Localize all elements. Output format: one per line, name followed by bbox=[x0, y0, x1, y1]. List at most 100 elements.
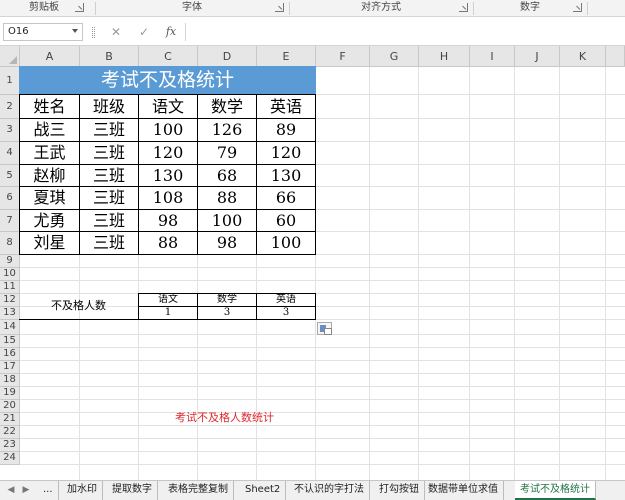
sheet-tab[interactable]: 表格完整复制 bbox=[163, 481, 234, 500]
row-header-9[interactable]: 9 bbox=[0, 255, 20, 268]
table-cell[interactable]: 三班 bbox=[79, 209, 139, 232]
table-cell[interactable]: 126 bbox=[197, 118, 257, 142]
fail-subject-cell[interactable]: 数学 bbox=[197, 293, 257, 307]
fail-count-cell[interactable]: 3 bbox=[256, 306, 316, 320]
row-header-3[interactable]: 3 bbox=[0, 119, 20, 142]
table-cell[interactable]: 79 bbox=[197, 141, 257, 165]
table-cell[interactable]: 100 bbox=[256, 231, 316, 255]
insert-function-icon[interactable]: fx bbox=[163, 24, 179, 40]
row-header-14[interactable]: 14 bbox=[0, 320, 20, 335]
table-cell[interactable]: 130 bbox=[138, 164, 198, 187]
table-cell[interactable]: 三班 bbox=[79, 118, 139, 142]
row-header-7[interactable]: 7 bbox=[0, 210, 20, 232]
column-header-i[interactable]: I bbox=[470, 46, 515, 67]
select-all-corner[interactable] bbox=[0, 46, 20, 67]
row-header-1[interactable]: 1 bbox=[0, 67, 20, 95]
table-cell[interactable]: 100 bbox=[197, 209, 257, 232]
fail-count-cell[interactable]: 1 bbox=[138, 306, 198, 320]
sheet-tab[interactable]: 不认识的字打法 bbox=[289, 481, 370, 500]
sheet-title[interactable]: 考试不及格统计 bbox=[19, 66, 316, 95]
column-header-partial[interactable] bbox=[606, 46, 625, 67]
sheet-tab[interactable]: 提取数字 bbox=[107, 481, 158, 500]
table-cell[interactable]: 三班 bbox=[79, 186, 139, 210]
row-header-22[interactable]: 22 bbox=[0, 426, 20, 439]
table-cell[interactable]: 98 bbox=[197, 231, 257, 255]
tab-scroll-prev-icon[interactable]: ◀ bbox=[5, 483, 17, 498]
column-header-d[interactable]: D bbox=[198, 46, 257, 67]
row-header-10[interactable]: 10 bbox=[0, 268, 20, 281]
table-header-cell[interactable]: 姓名 bbox=[19, 94, 80, 119]
table-cell[interactable]: 130 bbox=[256, 164, 316, 187]
table-cell[interactable]: 尤勇 bbox=[19, 209, 80, 232]
column-header-c[interactable]: C bbox=[139, 46, 198, 67]
enter-icon[interactable]: ✓ bbox=[136, 24, 152, 40]
column-header-h[interactable]: H bbox=[419, 46, 470, 67]
column-header-j[interactable]: J bbox=[515, 46, 560, 67]
sheet-tab[interactable]: 考试不及格统计 bbox=[515, 481, 596, 500]
table-cell[interactable]: 王武 bbox=[19, 141, 80, 165]
dialog-launcher-icon[interactable] bbox=[75, 3, 84, 12]
dialog-launcher-icon[interactable] bbox=[459, 3, 468, 12]
name-box[interactable]: O16 bbox=[3, 23, 83, 41]
sheet-tab[interactable]: Sheet2 bbox=[240, 481, 287, 500]
table-cell[interactable]: 108 bbox=[138, 186, 198, 210]
table-cell[interactable]: 赵柳 bbox=[19, 164, 80, 187]
column-header-k[interactable]: K bbox=[560, 46, 606, 67]
row-header-24[interactable]: 24 bbox=[0, 452, 20, 465]
dialog-launcher-icon[interactable] bbox=[573, 3, 582, 12]
sheet-tab[interactable]: 数据带单位求值 bbox=[423, 481, 504, 500]
chevron-down-icon[interactable] bbox=[72, 29, 78, 33]
column-header-e[interactable]: E bbox=[257, 46, 316, 67]
row-header-12[interactable]: 12 bbox=[0, 294, 20, 307]
table-header-cell[interactable]: 英语 bbox=[256, 94, 316, 119]
row-header-17[interactable]: 17 bbox=[0, 361, 20, 374]
sheet-tab[interactable]: 加水印 bbox=[62, 481, 103, 500]
fail-count-cell[interactable]: 3 bbox=[197, 306, 257, 320]
table-cell[interactable]: 88 bbox=[138, 231, 198, 255]
column-header-a[interactable]: A bbox=[20, 46, 80, 67]
row-header-6[interactable]: 6 bbox=[0, 187, 20, 210]
formula-input[interactable] bbox=[186, 23, 622, 41]
column-header-g[interactable]: G bbox=[370, 46, 419, 67]
table-header-cell[interactable]: 班级 bbox=[79, 94, 139, 119]
formula-bar-grip[interactable] bbox=[92, 27, 95, 38]
row-header-2[interactable]: 2 bbox=[0, 95, 20, 119]
fail-subject-cell[interactable]: 英语 bbox=[256, 293, 316, 307]
table-cell[interactable]: 100 bbox=[138, 118, 198, 142]
table-cell[interactable]: 战三 bbox=[19, 118, 80, 142]
row-header-20[interactable]: 20 bbox=[0, 400, 20, 413]
row-header-18[interactable]: 18 bbox=[0, 374, 20, 387]
row-header-19[interactable]: 19 bbox=[0, 387, 20, 400]
table-header-cell[interactable]: 语文 bbox=[138, 94, 198, 119]
table-header-cell[interactable]: 数学 bbox=[197, 94, 257, 119]
row-header-13[interactable]: 13 bbox=[0, 307, 20, 320]
table-cell[interactable]: 89 bbox=[256, 118, 316, 142]
dialog-launcher-icon[interactable] bbox=[275, 3, 284, 12]
row-header-4[interactable]: 4 bbox=[0, 142, 20, 165]
table-cell[interactable]: 三班 bbox=[79, 231, 139, 255]
table-cell[interactable]: 66 bbox=[256, 186, 316, 210]
row-header-16[interactable]: 16 bbox=[0, 348, 20, 361]
worksheet-grid[interactable]: A B C D E F G H I J K 1 2 3 4 5 6 7 8 9 10 11 12 13 14 15 16 17 18 19… bbox=[0, 46, 625, 480]
fail-count-label[interactable]: 不及格人数 bbox=[19, 293, 139, 320]
row-header-15[interactable]: 15 bbox=[0, 335, 20, 348]
table-cell[interactable]: 三班 bbox=[79, 141, 139, 165]
table-cell[interactable]: 60 bbox=[256, 209, 316, 232]
row-header-23[interactable]: 23 bbox=[0, 439, 20, 452]
tab-scroll-next-icon[interactable]: ▶ bbox=[20, 483, 32, 498]
column-header-b[interactable]: B bbox=[80, 46, 139, 67]
table-cell[interactable]: 68 bbox=[197, 164, 257, 187]
paste-options-icon[interactable] bbox=[317, 322, 332, 335]
fail-subject-cell[interactable]: 语文 bbox=[138, 293, 198, 307]
table-cell[interactable]: 88 bbox=[197, 186, 257, 210]
row-header-21[interactable]: 21 bbox=[0, 413, 20, 426]
table-cell[interactable]: 120 bbox=[138, 141, 198, 165]
row-header-11[interactable]: 11 bbox=[0, 281, 20, 294]
table-cell[interactable]: 夏琪 bbox=[19, 186, 80, 210]
cancel-icon[interactable]: ✕ bbox=[108, 24, 124, 40]
table-cell[interactable]: 98 bbox=[138, 209, 198, 232]
column-header-f[interactable]: F bbox=[316, 46, 370, 67]
table-cell[interactable]: 刘星 bbox=[19, 231, 80, 255]
sheet-tab[interactable]: 打勾按钮 bbox=[374, 481, 425, 500]
row-header-5[interactable]: 5 bbox=[0, 165, 20, 187]
